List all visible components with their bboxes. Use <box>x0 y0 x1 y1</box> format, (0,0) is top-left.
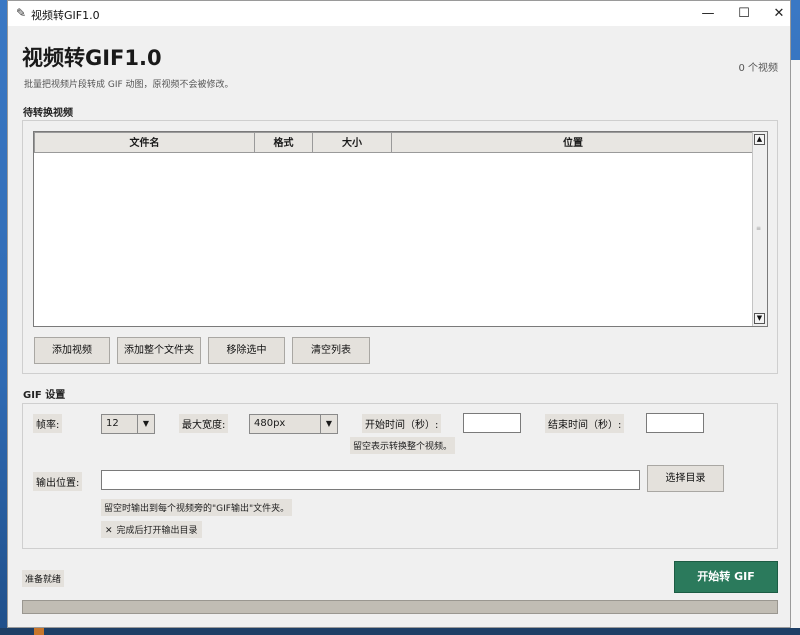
title-bar[interactable]: ✎ 视频转GIF1.0 — ☐ ✕ <box>8 1 790 26</box>
progress-bar <box>22 600 778 614</box>
taskbar <box>0 628 800 635</box>
maximize-button[interactable]: ☐ <box>724 1 764 26</box>
scroll-grip-icon: ≡ <box>756 225 762 232</box>
video-count: 0 个视频 <box>738 63 778 74</box>
scroll-down-icon[interactable]: ▼ <box>754 313 765 324</box>
start-time-label: 开始时间（秒）: <box>362 414 442 433</box>
video-list-header: 文件名 格式 大小 位置 <box>34 132 755 154</box>
max-width-select[interactable]: 480px ▼ <box>249 414 338 434</box>
fps-select[interactable]: 12 ▼ <box>101 414 155 434</box>
feather-icon: ✎ <box>16 6 27 20</box>
start-time-input[interactable] <box>463 413 521 433</box>
end-time-label: 结束时间（秒）: <box>545 414 625 433</box>
close-button[interactable]: ✕ <box>759 1 799 26</box>
check-icon: ✕ <box>105 526 113 536</box>
max-width-value: 480px <box>254 418 286 429</box>
column-header-size[interactable]: 大小 <box>312 132 392 153</box>
column-header-location[interactable]: 位置 <box>391 132 755 153</box>
end-time-input[interactable] <box>646 413 704 433</box>
time-hint: 留空表示转换整个视频。 <box>350 437 456 454</box>
client-area: 视频转GIF1.0 批量把视频片段转成 GIF 动图，原视频不会被修改。 0 个… <box>8 26 790 627</box>
fps-value: 12 <box>106 418 119 429</box>
chevron-down-icon[interactable]: ▼ <box>320 415 337 433</box>
max-width-label: 最大宽度: <box>179 414 229 433</box>
vertical-scrollbar[interactable]: ▲ ≡ ▼ <box>752 132 767 326</box>
scroll-up-icon[interactable]: ▲ <box>754 134 765 145</box>
window-title: 视频转GIF1.0 <box>31 9 100 22</box>
fps-label: 帧率: <box>33 414 63 433</box>
output-hint: 留空时输出到每个视频旁的"GIF输出"文件夹。 <box>101 499 293 516</box>
column-header-filename[interactable]: 文件名 <box>34 132 255 153</box>
choose-directory-button[interactable]: 选择目录 <box>647 465 724 492</box>
queue-panel: 文件名 格式 大小 位置 ▲ ≡ ▼ 添加视频 添加整个文件夹 移除选中 清空列… <box>22 120 778 374</box>
app-window: ✎ 视频转GIF1.0 — ☐ ✕ 视频转GIF1.0 批量把视频片段转成 GI… <box>7 0 791 628</box>
page-subtitle: 批量把视频片段转成 GIF 动图，原视频不会被修改。 <box>24 80 234 90</box>
open-output-checkbox[interactable]: ✕ 完成后打开输出目录 <box>101 521 202 538</box>
clear-list-button[interactable]: 清空列表 <box>292 337 370 364</box>
remove-selected-button[interactable]: 移除选中 <box>208 337 285 364</box>
chevron-down-icon[interactable]: ▼ <box>137 415 154 433</box>
column-header-format[interactable]: 格式 <box>254 132 313 153</box>
page-title: 视频转GIF1.0 <box>22 46 162 70</box>
minimize-button[interactable]: — <box>688 1 728 26</box>
output-location-label: 输出位置: <box>33 472 83 491</box>
output-location-input[interactable] <box>101 470 640 490</box>
add-video-button[interactable]: 添加视频 <box>34 337 110 364</box>
taskbar-app-icon[interactable] <box>34 628 44 635</box>
settings-section-label: GIF 设置 <box>23 390 66 401</box>
open-output-label: 完成后打开输出目录 <box>116 526 198 536</box>
queue-section-label: 待转换视频 <box>23 108 73 119</box>
add-folder-button[interactable]: 添加整个文件夹 <box>117 337 201 364</box>
video-list[interactable]: 文件名 格式 大小 位置 ▲ ≡ ▼ <box>33 131 768 327</box>
settings-panel: 帧率: 12 ▼ 最大宽度: 480px ▼ 开始时间（秒）: 结束时间（秒）:… <box>22 403 778 549</box>
start-gif-button[interactable]: 开始转 GIF <box>674 561 778 593</box>
status-text: 准备就绪 <box>22 570 65 587</box>
